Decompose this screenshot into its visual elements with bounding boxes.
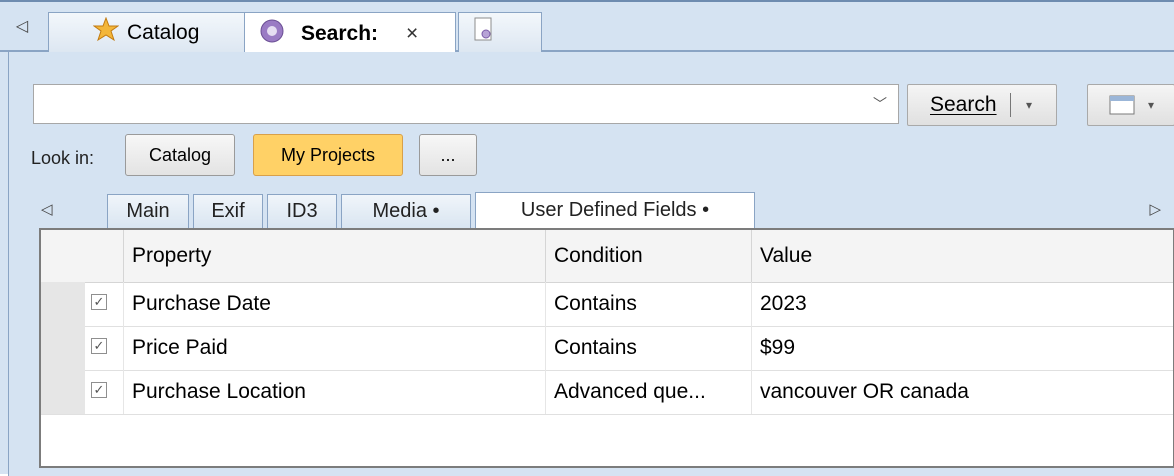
document-lock-icon xyxy=(473,16,495,50)
tab-media[interactable]: Media • xyxy=(341,194,471,228)
cell-property[interactable]: Price Paid xyxy=(123,326,545,370)
cell-value[interactable]: $99 xyxy=(751,326,1174,370)
tab-user-defined-fields[interactable]: User Defined Fields • xyxy=(475,192,755,228)
row-selector[interactable] xyxy=(41,326,85,370)
cell-condition[interactable]: Contains xyxy=(545,282,751,326)
tab-id3[interactable]: ID3 xyxy=(267,194,337,228)
tab-scroll-left-icon[interactable]: ◁ xyxy=(12,16,32,38)
tab-search-label: Search: xyxy=(301,21,379,45)
cell-condition[interactable]: Advanced que... xyxy=(545,370,751,414)
look-in-more-button[interactable]: ... xyxy=(419,134,477,176)
grid-header: Property Condition Value xyxy=(41,230,1173,283)
criteria-grid: Property Condition Value ✓ Purchase Date… xyxy=(39,228,1174,468)
criteria-tab-strip: ◁ Main Exif ID3 Media • User Defined Fie… xyxy=(31,188,1174,228)
tab-catalog[interactable]: Catalog xyxy=(48,12,248,52)
cell-value[interactable]: vancouver OR canada xyxy=(751,370,1174,414)
button-separator xyxy=(1010,93,1011,117)
close-icon[interactable]: × xyxy=(406,22,418,46)
row-checkbox[interactable]: ✓ xyxy=(91,294,107,310)
chevron-down-icon[interactable]: ﹀ xyxy=(870,91,890,117)
search-globe-icon xyxy=(259,18,285,50)
row-checkbox[interactable]: ✓ xyxy=(91,382,107,398)
column-header-value[interactable]: Value xyxy=(751,230,1174,282)
look-in-label: Look in: xyxy=(31,148,95,168)
cell-condition[interactable]: Contains xyxy=(545,326,751,370)
view-options-button[interactable]: ▾ xyxy=(1087,84,1174,126)
view-dropdown-icon: ▾ xyxy=(1147,98,1155,112)
column-header-property[interactable]: Property xyxy=(123,230,545,282)
row-selector[interactable] xyxy=(41,282,85,326)
search-input[interactable]: ﹀ xyxy=(33,84,899,124)
row-checkbox[interactable]: ✓ xyxy=(91,338,107,354)
subtab-scroll-right-icon[interactable]: ▷ xyxy=(1149,200,1161,218)
row-selector[interactable] xyxy=(41,370,85,414)
look-in-catalog-button[interactable]: Catalog xyxy=(125,134,235,176)
search-window: ◁ Catalog Search: × ﹀ Search ▾ ▾ Look in… xyxy=(0,0,1174,476)
tab-exif[interactable]: Exif xyxy=(193,194,263,228)
search-panel: ﹀ Search ▾ ▾ Look in: Catalog My Project… xyxy=(8,52,1174,476)
look-in-my-projects-button[interactable]: My Projects xyxy=(253,134,403,176)
tab-document[interactable] xyxy=(458,12,542,52)
table-row[interactable]: ✓ Price Paid Contains $99 xyxy=(41,326,1173,371)
table-row[interactable]: ✓ Purchase Date Contains 2023 xyxy=(41,282,1173,327)
cell-property[interactable]: Purchase Date xyxy=(123,282,545,326)
column-header-condition[interactable]: Condition xyxy=(545,230,751,282)
search-dropdown-icon[interactable]: ▾ xyxy=(1018,93,1040,117)
cell-property[interactable]: Purchase Location xyxy=(123,370,545,414)
subtab-scroll-left-icon[interactable]: ◁ xyxy=(41,200,53,218)
search-button-label: Search xyxy=(930,93,997,116)
tab-catalog-label: Catalog xyxy=(127,20,200,44)
tab-main[interactable]: Main xyxy=(107,194,189,228)
cell-value[interactable]: 2023 xyxy=(751,282,1174,326)
catalog-star-icon xyxy=(92,16,120,49)
document-tab-strip: ◁ Catalog Search: × xyxy=(0,4,1174,54)
window-view-icon xyxy=(1109,95,1135,115)
search-button[interactable]: Search ▾ xyxy=(907,84,1057,126)
table-row[interactable]: ✓ Purchase Location Advanced que... vanc… xyxy=(41,370,1173,415)
tab-search[interactable]: Search: × xyxy=(244,12,456,54)
